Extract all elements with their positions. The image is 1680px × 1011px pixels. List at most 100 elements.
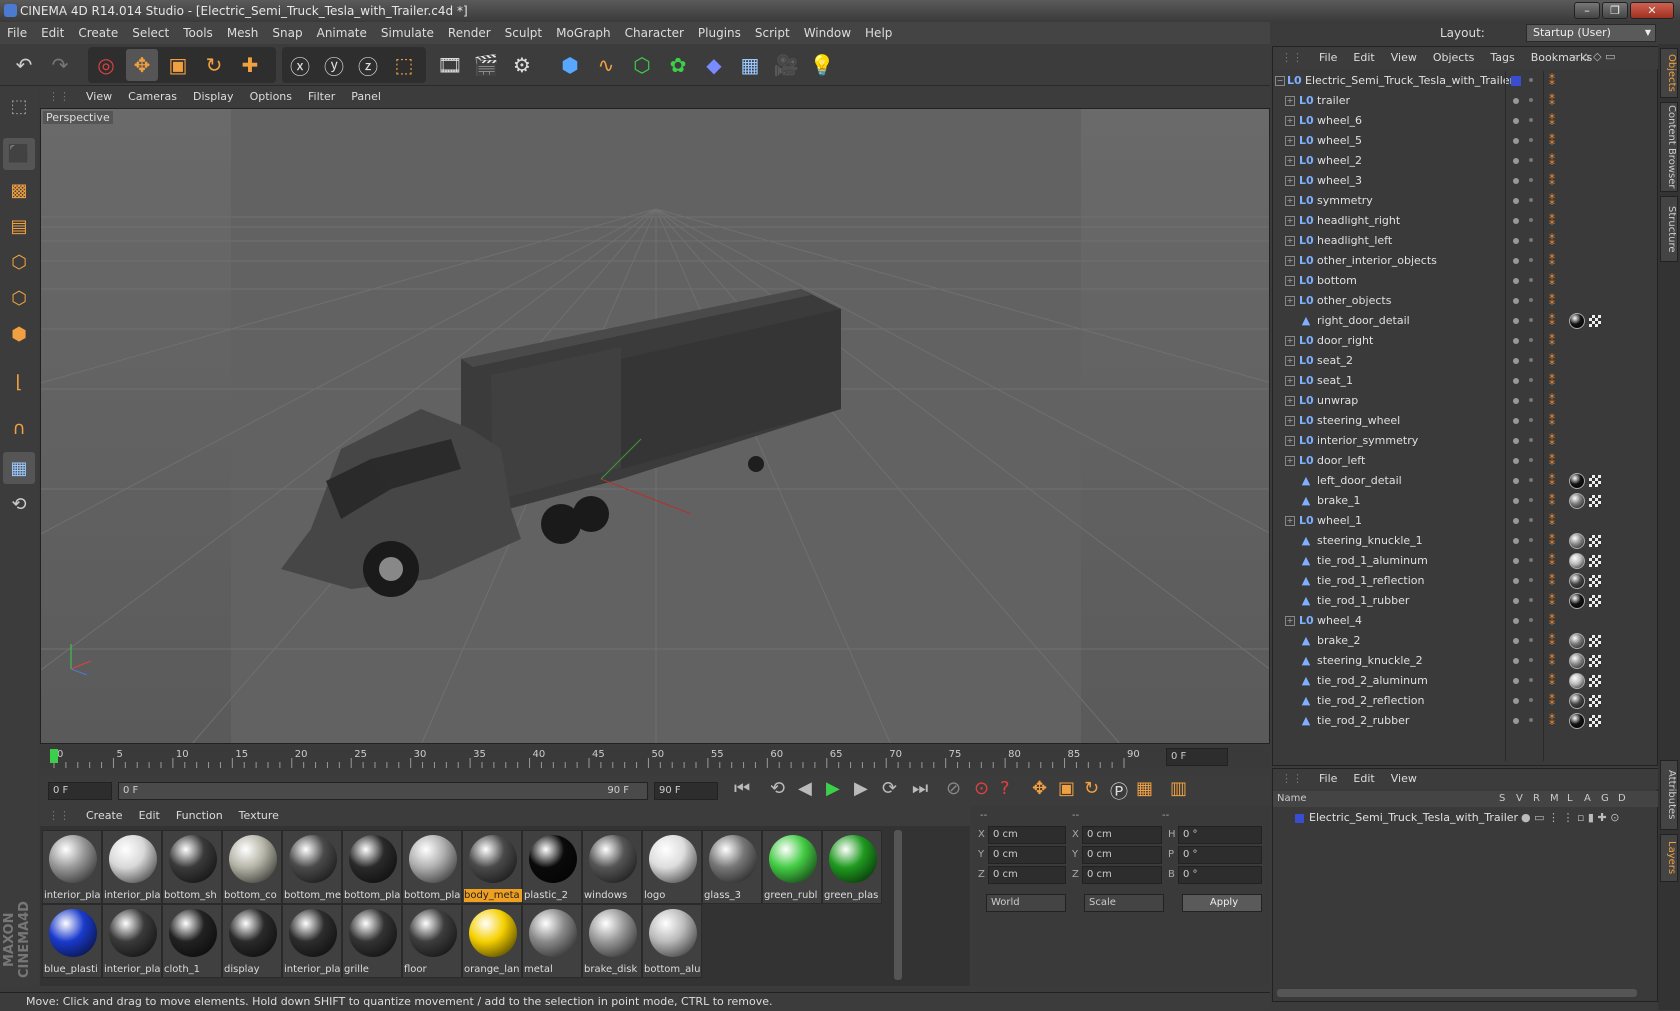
menu-window[interactable]: Window [797,22,858,44]
menu-select[interactable]: Select [125,22,176,44]
start-frame-field[interactable]: 0 F [48,782,112,800]
menu-file[interactable]: File [0,22,34,44]
object-tag-icon[interactable]: ⁑ [1549,354,1555,368]
object-row[interactable]: ▲ right_door_detail ⁑ [1273,311,1657,331]
object-tag-icon[interactable]: ⁑ [1549,74,1555,88]
editor-visibility-dot[interactable] [1513,218,1519,224]
column-header[interactable]: L [1567,791,1573,807]
material-swatch[interactable]: green_plas [822,830,882,904]
material-swatch[interactable]: interior_pla [102,830,162,904]
material-scrollbar[interactable] [894,830,902,980]
render-visibility-dot[interactable] [1529,118,1533,122]
viewport-menu-cameras[interactable]: Cameras [120,86,185,108]
uvw-tag-icon[interactable] [1589,475,1601,487]
menu-animate[interactable]: Animate [310,22,374,44]
menu-snap[interactable]: Snap [265,22,309,44]
step-forward-icon[interactable]: ▶ [854,778,868,799]
render-visibility-dot[interactable] [1529,538,1533,542]
layer-row[interactable]: Electric_Semi_Truck_Tesla_with_Trailer ●… [1273,809,1659,827]
editor-visibility-dot[interactable] [1513,318,1519,324]
object-tag-icon[interactable]: ⁑ [1549,114,1555,128]
size-field[interactable]: 0 cm [1082,826,1162,844]
render-settings-icon[interactable]: ⚙ [506,49,538,81]
menu-sculpt[interactable]: Sculpt [498,22,549,44]
object-tag-icon[interactable]: ⁑ [1549,494,1555,508]
snap-icon[interactable]: ⟲ [3,488,35,520]
render-visibility-dot[interactable] [1529,458,1533,462]
expand-icon[interactable]: + [1285,176,1295,186]
object-row[interactable]: + L0 wheel_5 ⁑ [1273,131,1657,151]
key-scale-icon[interactable]: ▣ [1058,778,1075,799]
render-visibility-dot[interactable] [1529,578,1533,582]
render-visibility-dot[interactable] [1529,138,1533,142]
object-tag-icon[interactable]: ⁑ [1549,154,1555,168]
live-selection-icon[interactable]: ◎ [90,49,122,81]
object-tag-icon[interactable]: ⁑ [1549,694,1555,708]
render-visibility-dot[interactable] [1529,398,1533,402]
uvw-tag-icon[interactable] [1589,675,1601,687]
expand-icon[interactable]: + [1285,516,1295,526]
workplane-icon[interactable]: ▤ [3,210,35,242]
object-manager-tools[interactable]: ⌕ ⌂ ◇ ▭ [1573,50,1616,64]
material-swatch[interactable]: interior_pla [102,904,162,978]
step-back-icon[interactable]: ◀ [798,778,812,799]
camera-icon[interactable]: 🎥 [770,49,802,81]
side-tab-content-browser[interactable]: Content Browser [1660,102,1678,192]
material-menu-edit[interactable]: Edit [131,806,168,826]
render-visibility-dot[interactable] [1529,718,1533,722]
rotation-field[interactable]: 0 ° [1178,866,1262,884]
material-tag-icon[interactable] [1569,693,1585,709]
viewport-menu-options[interactable]: Options [242,86,300,108]
object-row[interactable]: ▲ brake_1 ⁑ [1273,491,1657,511]
polygons-mode-icon[interactable]: ⬢ [3,318,35,350]
position-field[interactable]: 0 cm [988,826,1066,844]
menu-create[interactable]: Create [71,22,125,44]
render-visibility-dot[interactable] [1529,338,1533,342]
render-visibility-dot[interactable] [1529,438,1533,442]
prev-key-icon[interactable]: ⟲ [770,778,785,799]
expand-icon[interactable]: + [1285,616,1295,626]
editor-visibility-dot[interactable] [1513,398,1519,404]
render-visibility-dot[interactable] [1529,638,1533,642]
timeline-window-icon[interactable]: ▥ [1170,778,1187,799]
key-rotation-icon[interactable]: ↻ [1084,778,1099,799]
material-tag-icon[interactable] [1569,713,1585,729]
object-row[interactable]: + L0 door_left ⁑ [1273,451,1657,471]
viewport-menu-view[interactable]: View [78,86,120,108]
objects-menu-tags[interactable]: Tags [1482,47,1522,69]
end-frame-field[interactable]: 90 F [654,782,718,800]
object-tag-icon[interactable]: ⁑ [1549,314,1555,328]
material-swatch[interactable]: bottom_pla [342,830,402,904]
axis-icon[interactable]: ⌊ [3,366,35,398]
render-visibility-dot[interactable] [1529,498,1533,502]
material-menu-create[interactable]: Create [78,806,131,826]
model-mode-icon[interactable]: ⬛ [3,138,35,170]
editor-visibility-dot[interactable] [1513,538,1519,544]
material-swatch[interactable]: interior_pla [282,904,342,978]
deformer-icon[interactable]: ◆ [698,49,730,81]
editor-visibility-dot[interactable] [1513,678,1519,684]
material-tag-icon[interactable] [1569,473,1585,489]
object-row[interactable]: + L0 seat_2 ⁑ [1273,351,1657,371]
objects-menu-file[interactable]: File [1311,47,1345,69]
object-tag-icon[interactable]: ⁑ [1549,254,1555,268]
object-tag-icon[interactable]: ⁑ [1549,594,1555,608]
material-swatch[interactable]: logo [642,830,702,904]
expand-icon[interactable]: + [1285,116,1295,126]
object-tag-icon[interactable]: ⁑ [1549,214,1555,228]
material-swatch[interactable]: interior_pla [42,830,102,904]
render-visibility-dot[interactable] [1529,158,1533,162]
render-visibility-dot[interactable] [1529,618,1533,622]
object-row[interactable]: + L0 steering_wheel ⁑ [1273,411,1657,431]
render-view-icon[interactable]: 🎞 [434,49,466,81]
autokey-icon[interactable]: ⊙ [974,778,989,799]
object-tag-icon[interactable]: ⁑ [1549,374,1555,388]
object-row[interactable]: ▲ left_door_detail ⁑ [1273,471,1657,491]
points-mode-icon[interactable]: ⬡ [3,246,35,278]
array-icon[interactable]: ✿ [662,49,694,81]
object-row[interactable]: + L0 door_right ⁑ [1273,331,1657,351]
column-header[interactable]: G [1601,791,1609,807]
editor-visibility-dot[interactable] [1513,618,1519,624]
object-row[interactable]: ▲ tie_rod_1_reflection ⁑ [1273,571,1657,591]
coordinate-space-select[interactable]: World [986,894,1066,912]
